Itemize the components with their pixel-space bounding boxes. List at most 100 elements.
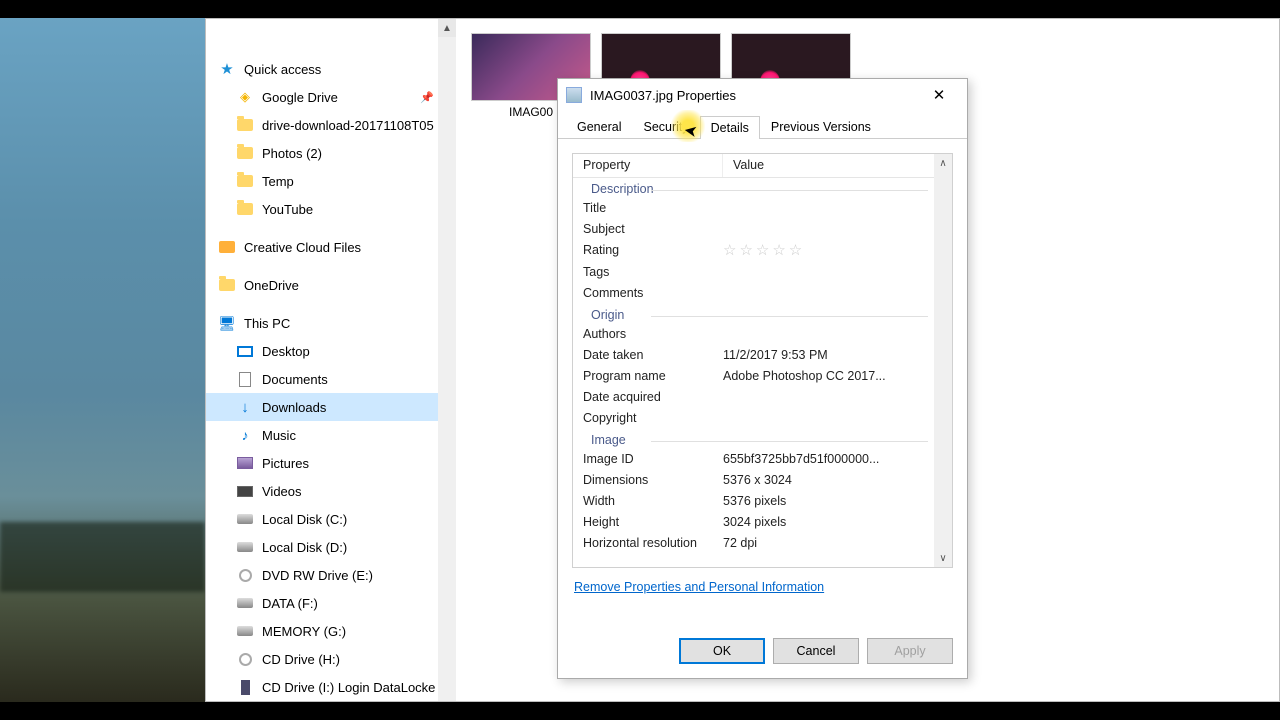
qa-item-icon xyxy=(236,172,254,190)
property-name: Authors xyxy=(573,324,723,345)
tree-label: This PC xyxy=(244,316,290,331)
nav-scrollbar[interactable]: ▲ xyxy=(438,19,456,701)
property-row[interactable]: Dimensions5376 x 3024 xyxy=(573,470,934,491)
header-property[interactable]: Property xyxy=(573,154,723,177)
scroll-down-icon[interactable]: ∨ xyxy=(934,549,952,567)
pc-item-icon xyxy=(236,342,254,360)
property-row[interactable]: Subject xyxy=(573,219,934,240)
image-file-icon xyxy=(566,87,582,103)
property-row[interactable]: Horizontal resolution72 dpi xyxy=(573,533,934,554)
close-button[interactable]: ✕ xyxy=(919,81,959,109)
property-value xyxy=(723,198,934,219)
tree-label: Pictures xyxy=(262,456,309,471)
property-value xyxy=(723,219,934,240)
property-row[interactable]: Rating☆☆☆☆☆ xyxy=(573,240,934,262)
qa-item[interactable]: ◈Google Drive📌 xyxy=(206,83,456,111)
tree-label: Documents xyxy=(262,372,328,387)
property-row[interactable]: Width5376 pixels xyxy=(573,491,934,512)
dialog-titlebar[interactable]: IMAG0037.jpg Properties ✕ xyxy=(558,79,967,111)
quick-access-icon: ★ xyxy=(218,60,236,78)
grid-scrollbar[interactable]: ∧ ∨ xyxy=(934,154,952,567)
tree-label: Desktop xyxy=(262,344,310,359)
qa-item-icon xyxy=(236,144,254,162)
property-name: Subject xyxy=(573,219,723,240)
property-value xyxy=(723,283,934,304)
grid-header: Property Value xyxy=(573,154,952,178)
property-row[interactable]: Tags xyxy=(573,262,934,283)
tree-label: Videos xyxy=(262,484,302,499)
qa-item-icon: ◈ xyxy=(236,88,254,106)
cancel-button[interactable]: Cancel xyxy=(773,638,859,664)
onedrive-icon xyxy=(218,276,236,294)
pc-item-icon xyxy=(236,650,254,668)
property-row[interactable]: Date taken11/2/2017 9:53 PM xyxy=(573,345,934,366)
properties-dialog: IMAG0037.jpg Properties ✕ ➤ GeneralSecur… xyxy=(557,78,968,679)
properties-grid: Property Value ∧ ∨ DescriptionTitleSubje… xyxy=(572,153,953,568)
this-pc[interactable]: 🖥 This PC xyxy=(206,309,456,337)
qa-item[interactable]: YouTube xyxy=(206,195,456,223)
this-pc-icon: 🖥 xyxy=(218,314,236,332)
pc-item[interactable]: ♪Music xyxy=(206,421,456,449)
ok-button[interactable]: OK xyxy=(679,638,765,664)
qa-item[interactable]: drive-download-20171108T05 xyxy=(206,111,456,139)
pc-item[interactable]: CD Drive (H:) xyxy=(206,645,456,673)
pc-item-icon: ♪ xyxy=(236,426,254,444)
pc-item[interactable]: Desktop xyxy=(206,337,456,365)
tree-label: MEMORY (G:) xyxy=(262,624,346,639)
tree-label: Google Drive xyxy=(262,90,338,105)
scroll-up-icon[interactable]: ∧ xyxy=(934,154,952,172)
property-row[interactable]: Copyright xyxy=(573,408,934,429)
property-name: Program name xyxy=(573,366,723,387)
property-value: 5376 x 3024 xyxy=(723,470,934,491)
pc-item[interactable]: Local Disk (C:) xyxy=(206,505,456,533)
pc-item-icon: ↓ xyxy=(236,398,254,416)
tree-label: CD Drive (I:) Login DataLocke xyxy=(262,680,435,695)
property-name: Tags xyxy=(573,262,723,283)
pc-item[interactable]: Local Disk (D:) xyxy=(206,533,456,561)
property-row[interactable]: Program nameAdobe Photoshop CC 2017... xyxy=(573,366,934,387)
rating-stars[interactable]: ☆☆☆☆☆ xyxy=(723,242,805,259)
property-row[interactable]: Title xyxy=(573,198,934,219)
property-row[interactable]: Authors xyxy=(573,324,934,345)
tab-previous-versions[interactable]: Previous Versions xyxy=(760,115,882,138)
pc-item[interactable]: Videos xyxy=(206,477,456,505)
pc-item[interactable]: DVD RW Drive (E:) xyxy=(206,561,456,589)
header-value[interactable]: Value xyxy=(723,154,952,177)
dialog-tabs: ➤ GeneralSecurityDetailsPrevious Version… xyxy=(558,115,967,139)
property-row[interactable]: Date acquired xyxy=(573,387,934,408)
property-row[interactable]: Image ID655bf3725bb7d51f000000... xyxy=(573,449,934,470)
apply-button[interactable]: Apply xyxy=(867,638,953,664)
pc-item[interactable]: MEMORY (G:) xyxy=(206,617,456,645)
pc-item-icon xyxy=(236,566,254,584)
pc-item-icon xyxy=(236,510,254,528)
tree-label: CD Drive (H:) xyxy=(262,652,340,667)
tree-label: drive-download-20171108T05 xyxy=(262,118,434,133)
creative-cloud[interactable]: Creative Cloud Files xyxy=(206,233,456,261)
pc-item[interactable]: Pictures xyxy=(206,449,456,477)
property-row[interactable]: Height3024 pixels xyxy=(573,512,934,533)
property-name: Height xyxy=(573,512,723,533)
pc-item[interactable]: DATA (F:) xyxy=(206,589,456,617)
qa-item[interactable]: Temp xyxy=(206,167,456,195)
qa-item[interactable]: Photos (2) xyxy=(206,139,456,167)
tab-details[interactable]: Details xyxy=(700,116,760,139)
remove-properties-link[interactable]: Remove Properties and Personal Informati… xyxy=(574,580,824,594)
property-name: Horizontal resolution xyxy=(573,533,723,554)
tree-label: DATA (F:) xyxy=(262,596,318,611)
scroll-up-icon[interactable]: ▲ xyxy=(438,19,456,37)
pc-item[interactable]: CD Drive (I:) Login DataLocke xyxy=(206,673,456,701)
pc-item[interactable]: Documents xyxy=(206,365,456,393)
pc-item-icon xyxy=(236,370,254,388)
property-row[interactable]: Comments xyxy=(573,283,934,304)
tree-label: Quick access xyxy=(244,62,321,77)
tree-label: OneDrive xyxy=(244,278,299,293)
pc-item[interactable]: ↓Downloads xyxy=(206,393,456,421)
tab-general[interactable]: General xyxy=(566,115,632,138)
quick-access[interactable]: ★ Quick access xyxy=(206,55,456,83)
onedrive[interactable]: OneDrive xyxy=(206,271,456,299)
tree-label: DVD RW Drive (E:) xyxy=(262,568,373,583)
property-value: 3024 pixels xyxy=(723,512,934,533)
pc-item-icon xyxy=(236,538,254,556)
tree-label: Local Disk (C:) xyxy=(262,512,347,527)
pc-item-icon xyxy=(236,454,254,472)
